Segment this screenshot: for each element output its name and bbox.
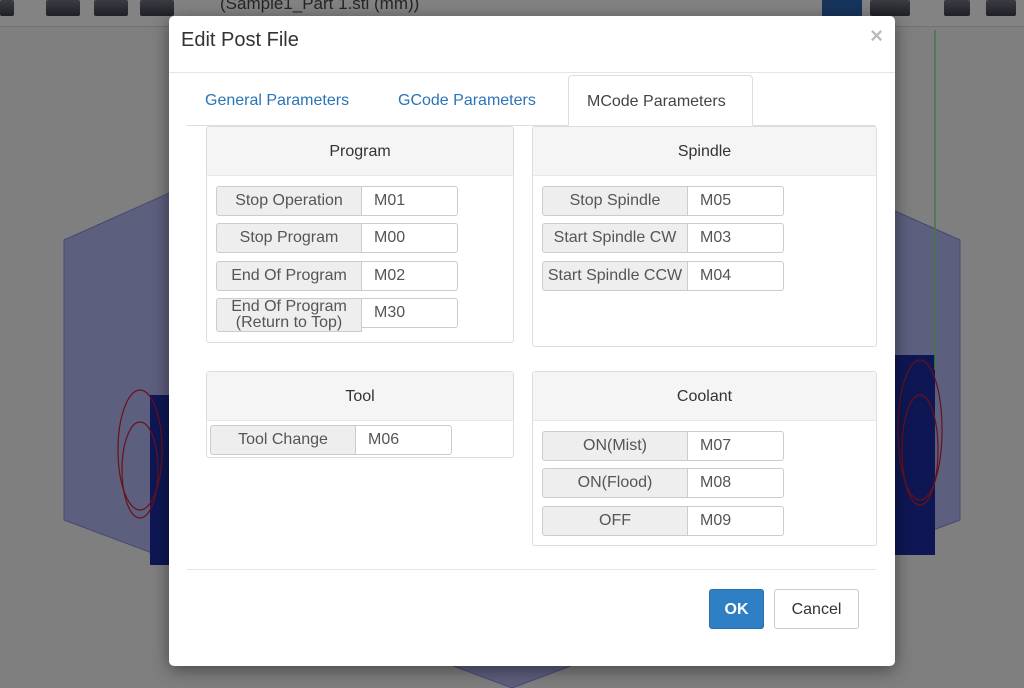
stop-program-input[interactable] — [362, 223, 458, 253]
tab-general-parameters[interactable]: General Parameters — [187, 75, 380, 125]
coolant-panel: Coolant ON(Mist) ON(Flood) OFF — [532, 371, 877, 546]
stop-spindle-input[interactable] — [688, 186, 784, 216]
coolant-flood-label: ON(Flood) — [542, 468, 688, 498]
stop-operation-label: Stop Operation — [216, 186, 362, 216]
cancel-button[interactable]: Cancel — [774, 589, 859, 629]
end-of-program-return-input[interactable] — [362, 298, 458, 328]
tool-panel: Tool Tool Change — [206, 371, 514, 458]
tab-gcode-parameters[interactable]: GCode Parameters — [380, 75, 567, 125]
coolant-flood-input[interactable] — [688, 468, 784, 498]
footer-divider — [187, 569, 876, 570]
coolant-off-label: OFF — [542, 506, 688, 536]
program-heading: Program — [207, 127, 513, 176]
end-of-program-label: End Of Program — [216, 261, 362, 291]
tool-change-label: Tool Change — [210, 425, 356, 455]
close-icon[interactable]: × — [870, 24, 883, 48]
dialog-header: Edit Post File × — [169, 16, 895, 73]
coolant-off-input[interactable] — [688, 506, 784, 536]
stop-operation-input[interactable] — [362, 186, 458, 216]
stop-program-label: Stop Program — [216, 223, 362, 253]
coolant-heading: Coolant — [533, 372, 876, 421]
tool-heading: Tool — [207, 372, 513, 421]
ok-button[interactable]: OK — [709, 589, 764, 629]
coolant-mist-label: ON(Mist) — [542, 431, 688, 461]
spindle-heading: Spindle — [533, 127, 876, 176]
dialog-title: Edit Post File — [181, 29, 299, 51]
end-of-program-input[interactable] — [362, 261, 458, 291]
program-panel: Program Stop Operation Stop Program End … — [206, 126, 514, 343]
start-spindle-ccw-input[interactable] — [688, 261, 784, 291]
coolant-mist-input[interactable] — [688, 431, 784, 461]
spindle-panel: Spindle Stop Spindle Start Spindle CW St… — [532, 126, 877, 347]
tool-change-input[interactable] — [356, 425, 452, 455]
end-of-program-return-label: End Of Program (Return to Top) — [216, 298, 362, 332]
edit-post-file-dialog: Edit Post File × General Parameters GCod… — [169, 16, 895, 666]
start-spindle-cw-input[interactable] — [688, 223, 784, 253]
tab-bar: General Parameters GCode Parameters MCod… — [187, 75, 876, 126]
start-spindle-cw-label: Start Spindle CW — [542, 223, 688, 253]
stop-spindle-label: Stop Spindle — [542, 186, 688, 216]
tab-mcode-parameters[interactable]: MCode Parameters — [568, 75, 753, 126]
start-spindle-ccw-label: Start Spindle CCW — [542, 261, 688, 291]
